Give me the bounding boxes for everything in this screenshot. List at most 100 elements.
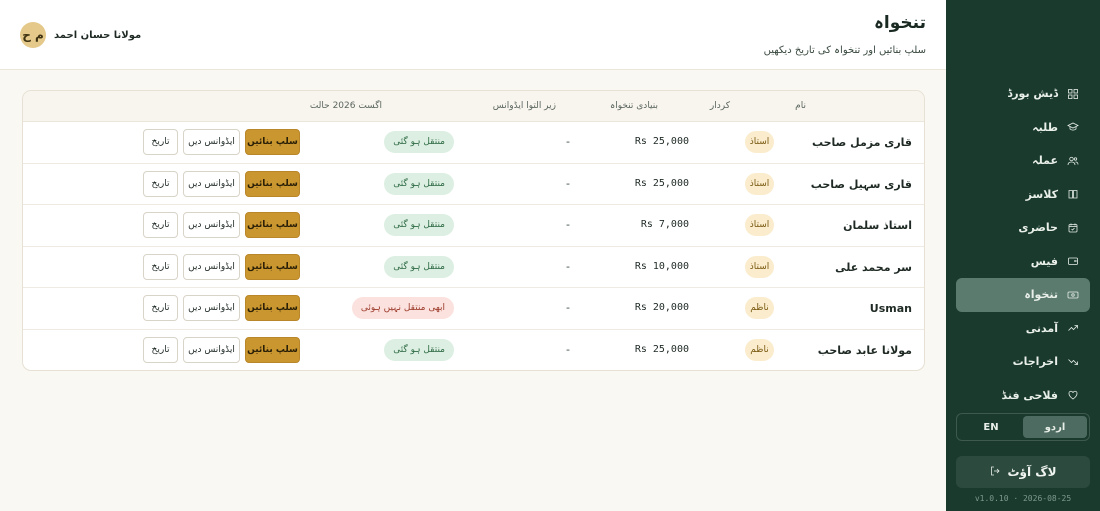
- table-row: قاری مزمل صاحب استاذ Rs 25,000 - منتقل ہو گئ…: [23, 122, 924, 164]
- give-advance-button[interactable]: ایڈوانس دیں: [183, 212, 240, 239]
- create-slip-button[interactable]: سلپ بنائیں: [245, 129, 300, 155]
- history-button[interactable]: تاریخ: [143, 337, 178, 363]
- sidebar-nav: ڈیش بورڈ طلبہ عملہ کلاسز حاضری فیس تنخواہ آمدنی…: [956, 77, 1090, 412]
- sidebar-item-label: حاضری: [1018, 221, 1058, 235]
- page-title: تنخواہ: [873, 13, 926, 33]
- table-row: سر محمد علی استاذ Rs 10,000 - منتقل ہو گئی تا…: [23, 247, 924, 289]
- user-info[interactable]: م ح مولانا حسان احمد: [20, 22, 141, 48]
- pending-advance: -: [566, 343, 570, 356]
- column-header-advance: زیر التوا ایڈوانس: [492, 101, 556, 111]
- sidebar-item-label: کلاسز: [1025, 187, 1058, 201]
- trending-up-icon: [1066, 321, 1080, 335]
- history-button[interactable]: تاریخ: [143, 212, 178, 239]
- sidebar-item-label: تنخواہ: [1024, 288, 1058, 302]
- create-slip-button[interactable]: سلپ بنائیں: [245, 337, 300, 363]
- sidebar-item-label: اخراجات: [1012, 355, 1058, 369]
- column-header-salary: بنیادی تنخواہ: [609, 101, 658, 111]
- history-button[interactable]: تاریخ: [143, 170, 178, 197]
- row-actions: تاریخ ایڈوانس دیں سلپ بنائیں: [143, 337, 300, 363]
- sidebar-item-users[interactable]: عملہ: [956, 144, 1090, 178]
- banknote-icon: [1066, 288, 1080, 302]
- create-slip-button[interactable]: سلپ بنائیں: [245, 253, 300, 280]
- create-slip-button[interactable]: سلپ بنائیں: [245, 212, 300, 239]
- logout-button[interactable]: لاگ آؤٹ: [956, 456, 1090, 488]
- column-header-status: اگست 2026 حالت: [309, 101, 382, 111]
- status-badge: منتقل ہو گئی: [384, 339, 454, 361]
- logout-label: لاگ آؤٹ: [1007, 465, 1057, 479]
- basic-salary: Rs 20,000: [634, 302, 689, 314]
- staff-name: قاری مزمل صاحب: [811, 136, 912, 149]
- page-header: م ح مولانا حسان احمد تنخواہ سلپ بنائیں ا…: [0, 0, 946, 70]
- sidebar-item-label: ڈیش بورڈ: [1007, 87, 1058, 101]
- page-subtitle: سلپ بنائیں اور تنخواہ کی تاریخ دیکھیں: [763, 45, 926, 56]
- role-badge: ناظم: [745, 297, 774, 320]
- status-badge: ابھی منتقل نہیں ہوئی: [351, 297, 454, 320]
- sidebar-item-label: عملہ: [1032, 154, 1058, 168]
- sidebar-item-heart-hand[interactable]: فلاحی فنڈ: [956, 379, 1090, 413]
- create-slip-button[interactable]: سلپ بنائیں: [245, 170, 300, 197]
- role-badge: استاذ: [745, 214, 774, 237]
- create-slip-button[interactable]: سلپ بنائیں: [245, 295, 300, 322]
- sidebar-item-graduation-cap[interactable]: طلبہ: [956, 111, 1090, 145]
- table-row: استاذ سلمان استاذ Rs 7,000 - منتقل ہو گئی تار…: [23, 205, 924, 247]
- table-row: مولانا عابد صاحب ناظم Rs 25,000 - منتقل ہو گ…: [23, 330, 924, 370]
- status-badge: منتقل ہو گئی: [384, 214, 454, 237]
- row-actions: تاریخ ایڈوانس دیں سلپ بنائیں: [143, 295, 300, 322]
- table-row: Usman ناظم Rs 20,000 - ابھی منتقل نہیں ہوئی ت…: [23, 288, 924, 330]
- user-name: مولانا حسان احمد: [54, 29, 142, 41]
- give-advance-button[interactable]: ایڈوانس دیں: [183, 129, 240, 155]
- give-advance-button[interactable]: ایڈوانس دیں: [183, 337, 240, 363]
- pending-advance: -: [566, 176, 570, 190]
- role-badge: استاذ: [745, 255, 774, 278]
- sidebar-item-wallet[interactable]: فیس: [956, 245, 1090, 279]
- table-row: قاری سہیل صاحب استاذ Rs 25,000 - منتقل ہو گئ…: [23, 164, 924, 206]
- app-version: v1.0.10 · 2026-08-25: [974, 494, 1072, 503]
- basic-salary: Rs 25,000: [634, 136, 689, 147]
- sidebar-item-trending-up[interactable]: آمدنی: [956, 312, 1090, 346]
- give-advance-button[interactable]: ایڈوانس دیں: [183, 170, 240, 197]
- heart-hand-icon: [1066, 388, 1080, 402]
- history-button[interactable]: تاریخ: [143, 253, 178, 280]
- sidebar-item-trending-down[interactable]: اخراجات: [956, 345, 1090, 379]
- sidebar-item-dashboard[interactable]: ڈیش بورڈ: [956, 77, 1090, 111]
- sidebar-item-banknote[interactable]: تنخواہ: [956, 278, 1090, 312]
- staff-name: سر محمد علی: [835, 260, 912, 274]
- wallet-icon: [1066, 254, 1080, 268]
- staff-name: مولانا عابد صاحب: [817, 344, 912, 357]
- basic-salary: Rs 7,000: [640, 219, 689, 231]
- pending-advance: -: [566, 259, 570, 273]
- trending-down-icon: [1066, 355, 1080, 369]
- sidebar-item-label: طلبہ: [1032, 120, 1058, 134]
- users-icon: [1066, 154, 1080, 168]
- basic-salary: Rs 25,000: [634, 344, 689, 355]
- basic-salary: Rs 10,000: [634, 260, 689, 272]
- status-badge: منتقل ہو گئی: [384, 131, 454, 153]
- give-advance-button[interactable]: ایڈوانس دیں: [183, 295, 240, 322]
- pending-advance: -: [566, 218, 570, 232]
- column-header-name: نام: [795, 101, 806, 111]
- avatar[interactable]: م ح: [20, 22, 46, 48]
- logout-icon: [989, 465, 1001, 480]
- pending-advance: -: [566, 301, 570, 315]
- basic-salary: Rs 25,000: [634, 177, 689, 189]
- sidebar-item-book[interactable]: کلاسز: [956, 178, 1090, 212]
- role-badge: استاذ: [745, 131, 774, 153]
- sidebar-item-calendar-check[interactable]: حاضری: [956, 211, 1090, 245]
- history-button[interactable]: تاریخ: [143, 295, 178, 322]
- history-button[interactable]: تاریخ: [143, 129, 178, 155]
- lang-urdu-option[interactable]: اردو: [1023, 416, 1087, 438]
- sidebar-item-label: فیس: [1030, 254, 1058, 268]
- book-icon: [1066, 187, 1080, 201]
- row-actions: تاریخ ایڈوانس دیں سلپ بنائیں: [143, 129, 300, 155]
- table-header: نام کردار بنیادی تنخواہ زیر التوا ایڈوان…: [23, 91, 924, 122]
- dashboard-icon: [1066, 87, 1080, 101]
- staff-name: استاذ سلمان: [843, 219, 912, 233]
- sidebar-item-label: آمدنی: [1025, 321, 1058, 335]
- give-advance-button[interactable]: ایڈوانس دیں: [183, 253, 240, 280]
- graduation-cap-icon: [1066, 120, 1080, 134]
- sidebar: ڈیش بورڈ طلبہ عملہ کلاسز حاضری فیس تنخواہ آمدنی…: [946, 0, 1100, 511]
- pending-advance: -: [566, 135, 570, 148]
- status-badge: منتقل ہو گئی: [384, 172, 454, 195]
- role-badge: ناظم: [745, 339, 774, 361]
- lang-en-option[interactable]: EN: [959, 416, 1023, 438]
